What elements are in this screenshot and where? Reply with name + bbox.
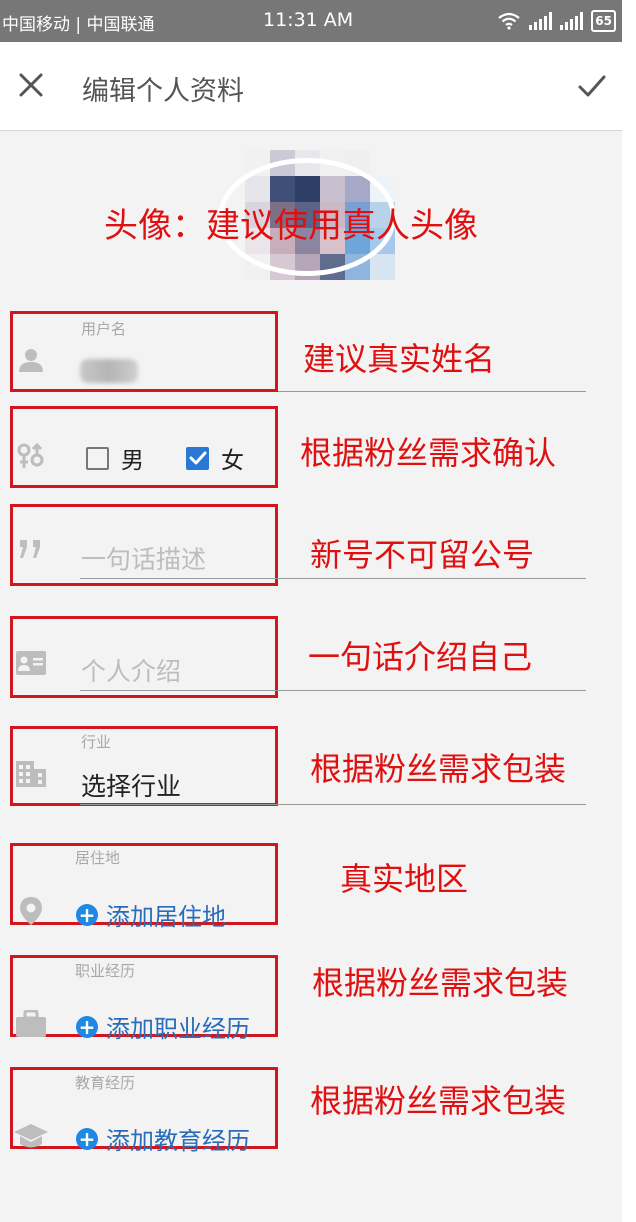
signal-icon — [560, 12, 584, 30]
add-career-label: 添加职业经历 — [106, 1015, 250, 1043]
close-icon[interactable] — [14, 68, 48, 102]
toolbar: 编辑个人资料 — [0, 42, 622, 131]
intro-input[interactable]: 个人介绍 — [81, 652, 181, 688]
check-icon[interactable] — [574, 68, 610, 104]
graduation-cap-icon — [14, 1124, 48, 1148]
career-label: 职业经历 — [75, 962, 136, 980]
add-education-button[interactable]: + 添加教育经历 — [76, 1121, 250, 1156]
female-label: 女 — [221, 448, 244, 474]
person-icon — [19, 349, 43, 372]
location-pin-icon — [20, 897, 42, 925]
signal-icon — [529, 12, 553, 30]
add-location-label: 添加居住地 — [106, 903, 226, 931]
gender-icon — [17, 442, 44, 468]
username-value[interactable] — [80, 359, 138, 383]
description-input[interactable]: 一句话描述 — [81, 540, 206, 576]
female-checkbox[interactable] — [186, 446, 209, 470]
annotation-career: 根据粉丝需求包装 — [312, 964, 569, 1002]
carrier-label: 中国移动 | 中国联通 — [2, 15, 155, 35]
location-label: 居住地 — [75, 849, 121, 867]
briefcase-icon — [16, 1010, 46, 1037]
industry-underline — [80, 804, 586, 805]
industry-label: 行业 — [81, 733, 112, 751]
add-icon: + — [76, 903, 98, 926]
quote-icon — [20, 540, 40, 558]
male-label: 男 — [121, 448, 144, 474]
industry-select[interactable]: 选择行业 — [81, 767, 181, 803]
intro-underline — [80, 690, 586, 691]
id-card-icon — [16, 651, 46, 675]
annotation-intro: 一句话介绍自己 — [308, 638, 533, 676]
annotation-description: 新号不可留公号 — [310, 536, 535, 574]
annotation-gender: 根据粉丝需求确认 — [300, 434, 557, 472]
battery-icon: 65 — [591, 10, 616, 32]
add-education-label: 添加教育经历 — [106, 1127, 250, 1155]
highlight-box-username — [10, 311, 278, 392]
status-bar: 中国移动 | 中国联通 11:31 AM 65 — [0, 0, 622, 42]
wifi-icon — [498, 12, 520, 30]
male-checkbox[interactable] — [86, 446, 109, 470]
gender-option-male[interactable]: 男 — [86, 441, 144, 475]
checkmark-icon — [189, 451, 206, 465]
scroll-edge — [622, 0, 636, 1222]
annotation-education: 根据粉丝需求包装 — [310, 1082, 567, 1120]
education-label: 教育经历 — [75, 1074, 136, 1092]
username-underline — [278, 391, 586, 392]
annotation-industry: 根据粉丝需求包装 — [310, 750, 567, 788]
add-career-button[interactable]: + 添加职业经历 — [76, 1009, 250, 1044]
add-icon: + — [76, 1015, 98, 1038]
annotation-avatar: 头像：建议使用真人头像 — [104, 206, 478, 246]
gender-option-female[interactable]: 女 — [186, 441, 244, 475]
building-icon — [16, 761, 46, 787]
add-icon: + — [76, 1127, 98, 1150]
annotation-location: 真实地区 — [340, 860, 469, 898]
username-label: 用户名 — [81, 320, 127, 338]
add-location-button[interactable]: + 添加居住地 — [76, 897, 226, 932]
description-underline — [80, 578, 586, 579]
annotation-username: 建议真实姓名 — [303, 340, 496, 378]
status-time: 11:31 AM — [263, 9, 354, 31]
page-title: 编辑个人资料 — [82, 76, 244, 107]
status-icons: 65 — [497, 10, 616, 32]
